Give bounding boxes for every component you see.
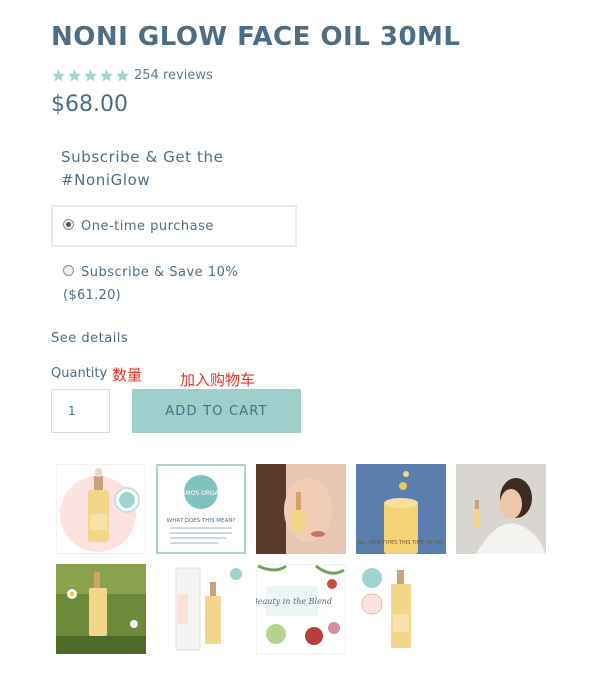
gallery-thumb-box-and-bottle[interactable] bbox=[156, 564, 246, 654]
star-icon bbox=[116, 69, 129, 82]
gallery-thumb-beauty-blend[interactable]: Beauty in the Blend bbox=[256, 564, 346, 654]
add-to-cart-annotation: 加入购物车 bbox=[180, 371, 256, 389]
gallery-thumb-oil-drop[interactable]: ALL SKIN TYPES THIS TIME OF DAY bbox=[356, 464, 446, 554]
star-icon bbox=[68, 69, 81, 82]
cosmos-badge-text: COSMOS ORGANIC bbox=[173, 490, 229, 497]
beauty-blend-illustration: Beauty in the Blend bbox=[256, 564, 346, 654]
box-bottle-image bbox=[156, 564, 246, 654]
product-price: $68.00 bbox=[51, 92, 128, 117]
product-rating[interactable]: 254 reviews bbox=[51, 68, 213, 83]
gallery-thumb-bottle-badges[interactable] bbox=[356, 564, 446, 654]
gallery-thumb-outdoor-flowers[interactable] bbox=[56, 564, 146, 654]
cosmos-heading: WHAT DOES THIS MEAN? bbox=[167, 518, 236, 524]
star-icon bbox=[52, 69, 65, 82]
quantity-input[interactable] bbox=[51, 389, 110, 433]
one-time-purchase-label[interactable]: One-time purchase bbox=[81, 219, 214, 234]
add-to-cart-button[interactable]: ADD TO CART bbox=[132, 389, 301, 433]
model-robe-photo bbox=[456, 464, 546, 554]
oil-drop-photo: ALL SKIN TYPES THIS TIME OF DAY bbox=[356, 464, 446, 554]
gallery-thumb-model-robe[interactable] bbox=[456, 464, 546, 554]
subscribe-save-label[interactable]: Subscribe & Save 10% bbox=[81, 265, 238, 280]
quantity-annotation: 数量 bbox=[112, 366, 143, 384]
reviews-count-link[interactable]: 254 reviews bbox=[134, 68, 213, 83]
see-details-link[interactable]: See details bbox=[51, 331, 128, 346]
beauty-blend-heading: Beauty in the Blend bbox=[256, 597, 332, 606]
quantity-label: Quantity bbox=[51, 366, 108, 381]
rating-stars bbox=[51, 68, 130, 83]
gallery-thumb-bottle-pink-circle[interactable] bbox=[56, 464, 146, 554]
certification-image: COSMOS ORGANIC WHAT DOES THIS MEAN? bbox=[156, 464, 246, 554]
product-title: NONI GLOW FACE OIL 30ML bbox=[51, 22, 461, 52]
oil-drop-caption: ALL SKIN TYPES THIS TIME OF DAY bbox=[358, 540, 445, 546]
product-bottle-image bbox=[56, 464, 146, 554]
star-icon bbox=[100, 69, 113, 82]
subscription-heading: Subscribe & Get the #NoniGlow bbox=[61, 148, 224, 189]
model-photo bbox=[256, 464, 346, 554]
outdoor-photo bbox=[56, 564, 146, 654]
one-time-purchase-radio[interactable] bbox=[63, 219, 74, 230]
gallery-thumb-model-applying[interactable] bbox=[256, 464, 346, 554]
gallery-thumb-cosmos-organic[interactable]: COSMOS ORGANIC WHAT DOES THIS MEAN? bbox=[156, 464, 246, 554]
bottle-badges-image bbox=[356, 564, 446, 654]
subscribe-save-price: ($61.20) bbox=[63, 288, 122, 303]
subscribe-save-radio[interactable] bbox=[63, 265, 74, 276]
star-icon bbox=[84, 69, 97, 82]
